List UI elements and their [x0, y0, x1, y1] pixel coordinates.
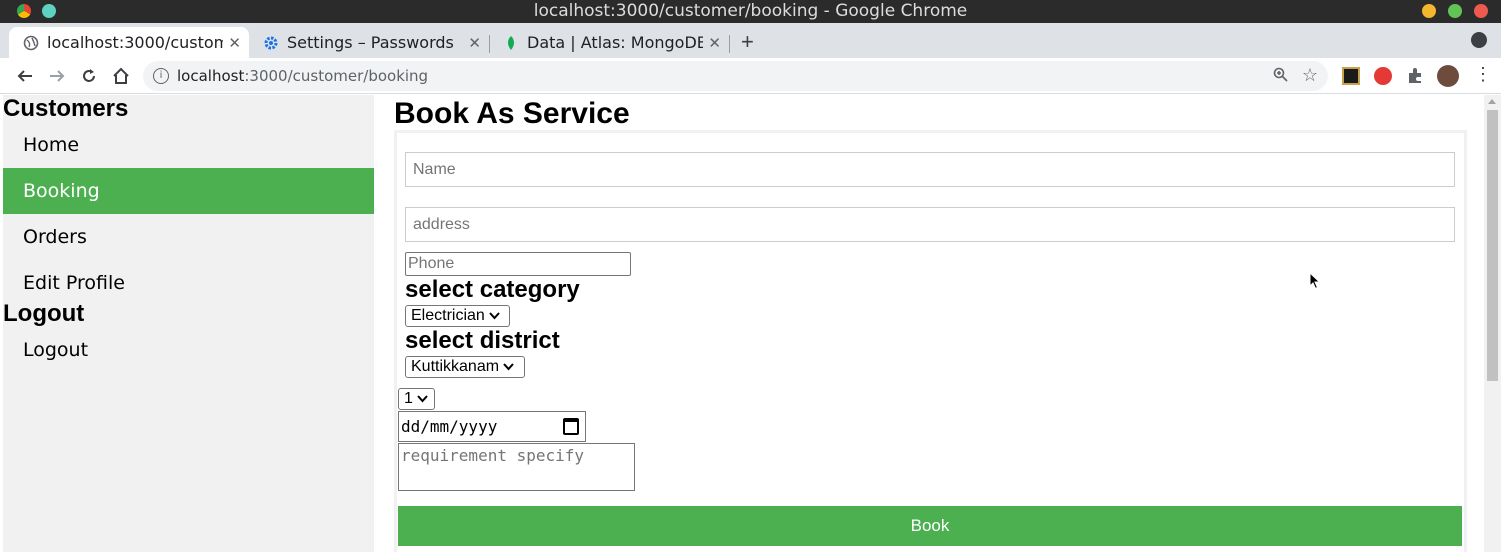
- page-viewport: Customers Home Booking Orders Edit Profi…: [0, 95, 1501, 552]
- booking-form: Name address Phone select category Elect…: [394, 130, 1467, 552]
- district-select[interactable]: Kuttikkanam: [405, 356, 525, 378]
- tab-search-icon[interactable]: [1471, 32, 1487, 48]
- tab-label: localhost:3000/custom: [47, 33, 223, 52]
- sidebar: Customers Home Booking Orders Edit Profi…: [3, 95, 374, 552]
- book-button[interactable]: Book: [398, 506, 1462, 546]
- close-window-button[interactable]: [1474, 4, 1488, 18]
- tab-booking[interactable]: localhost:3000/custom ✕: [9, 27, 249, 58]
- page-scrollbar[interactable]: [1484, 95, 1501, 552]
- window-titlebar: localhost:3000/customer/booking - Google…: [0, 0, 1501, 23]
- sidebar-heading-logout: Logout: [3, 300, 85, 327]
- browser-toolbar: i localhost:3000/customer/booking ☆ ⋮: [0, 58, 1501, 94]
- sidebar-item-booking[interactable]: Booking: [3, 168, 374, 214]
- tab-settings-passwords[interactable]: Settings – Passwords ✕: [249, 27, 489, 58]
- back-arrow-icon: [17, 70, 32, 82]
- date-input[interactable]: dd/mm/yyyy: [398, 411, 586, 442]
- tab-close-icon[interactable]: ✕: [228, 34, 241, 52]
- phone-input[interactable]: Phone: [405, 252, 631, 276]
- leaf-icon: [503, 35, 519, 51]
- date-input-placeholder: dd/mm/yyyy: [401, 417, 498, 436]
- tab-label: Data | Atlas: MongoDB: [527, 33, 703, 52]
- url-text: localhost:3000/customer/booking: [177, 67, 429, 85]
- name-input[interactable]: Name: [405, 152, 1455, 187]
- sidebar-heading-customers: Customers: [3, 95, 129, 122]
- puzzle-extensions-icon[interactable]: [1406, 67, 1424, 85]
- calendar-icon[interactable]: [563, 418, 579, 435]
- back-button[interactable]: [13, 64, 37, 88]
- sidebar-item-logout[interactable]: Logout: [3, 327, 374, 373]
- tab-label: Settings – Passwords: [287, 33, 454, 52]
- extension-icon[interactable]: [1342, 67, 1360, 85]
- home-icon: [113, 67, 129, 84]
- address-bar[interactable]: i localhost:3000/customer/booking ☆: [143, 61, 1328, 91]
- tab-mongodb-atlas[interactable]: Data | Atlas: MongoDB ✕: [489, 27, 729, 58]
- sidebar-item-orders[interactable]: Orders: [3, 214, 374, 260]
- chevron-down-icon: [503, 357, 514, 377]
- chevron-down-icon: [417, 389, 428, 409]
- gear-icon: [263, 35, 279, 51]
- district-label: select district: [405, 327, 560, 354]
- minimize-button[interactable]: [1422, 4, 1436, 18]
- bookmark-star-icon[interactable]: ☆: [1302, 65, 1318, 86]
- forward-button[interactable]: [45, 64, 69, 88]
- avatar[interactable]: [1437, 65, 1459, 87]
- scrollbar-thumb[interactable]: [1487, 110, 1498, 381]
- globe-icon: [23, 35, 39, 51]
- new-tab-button[interactable]: +: [741, 29, 754, 55]
- tab-separator: [729, 35, 730, 53]
- tab-close-icon[interactable]: ✕: [468, 34, 481, 52]
- mouse-cursor-icon: [1309, 272, 1321, 290]
- scroll-up-arrow-icon[interactable]: [1488, 99, 1496, 104]
- chevron-down-icon: [489, 306, 500, 326]
- category-select-value: Electrician: [411, 307, 485, 324]
- window-title: localhost:3000/customer/booking - Google…: [533, 1, 968, 21]
- quantity-select-value: 1: [404, 390, 413, 407]
- sidebar-item-home[interactable]: Home: [3, 122, 374, 168]
- page-title: Book As Service: [394, 97, 630, 130]
- address-input[interactable]: address: [405, 207, 1455, 242]
- quantity-select[interactable]: 1: [398, 388, 435, 410]
- more-menu-icon[interactable]: ⋮: [1474, 64, 1492, 84]
- category-select[interactable]: Electrician: [405, 305, 510, 327]
- maximize-button[interactable]: [1448, 4, 1462, 18]
- reload-button[interactable]: [77, 64, 101, 88]
- tab-close-icon[interactable]: ✕: [708, 34, 721, 52]
- zoom-icon[interactable]: [1273, 67, 1288, 86]
- category-label: select category: [405, 276, 580, 303]
- adblock-icon[interactable]: [1374, 67, 1392, 85]
- site-info-icon[interactable]: i: [153, 68, 169, 84]
- district-select-value: Kuttikkanam: [411, 358, 500, 375]
- forward-arrow-icon: [50, 70, 65, 82]
- home-button[interactable]: [109, 64, 133, 88]
- requirement-textarea[interactable]: requirement specify: [398, 443, 635, 491]
- reload-icon: [83, 69, 95, 82]
- main-content: Book As Service Name address Phone selec…: [394, 95, 1484, 552]
